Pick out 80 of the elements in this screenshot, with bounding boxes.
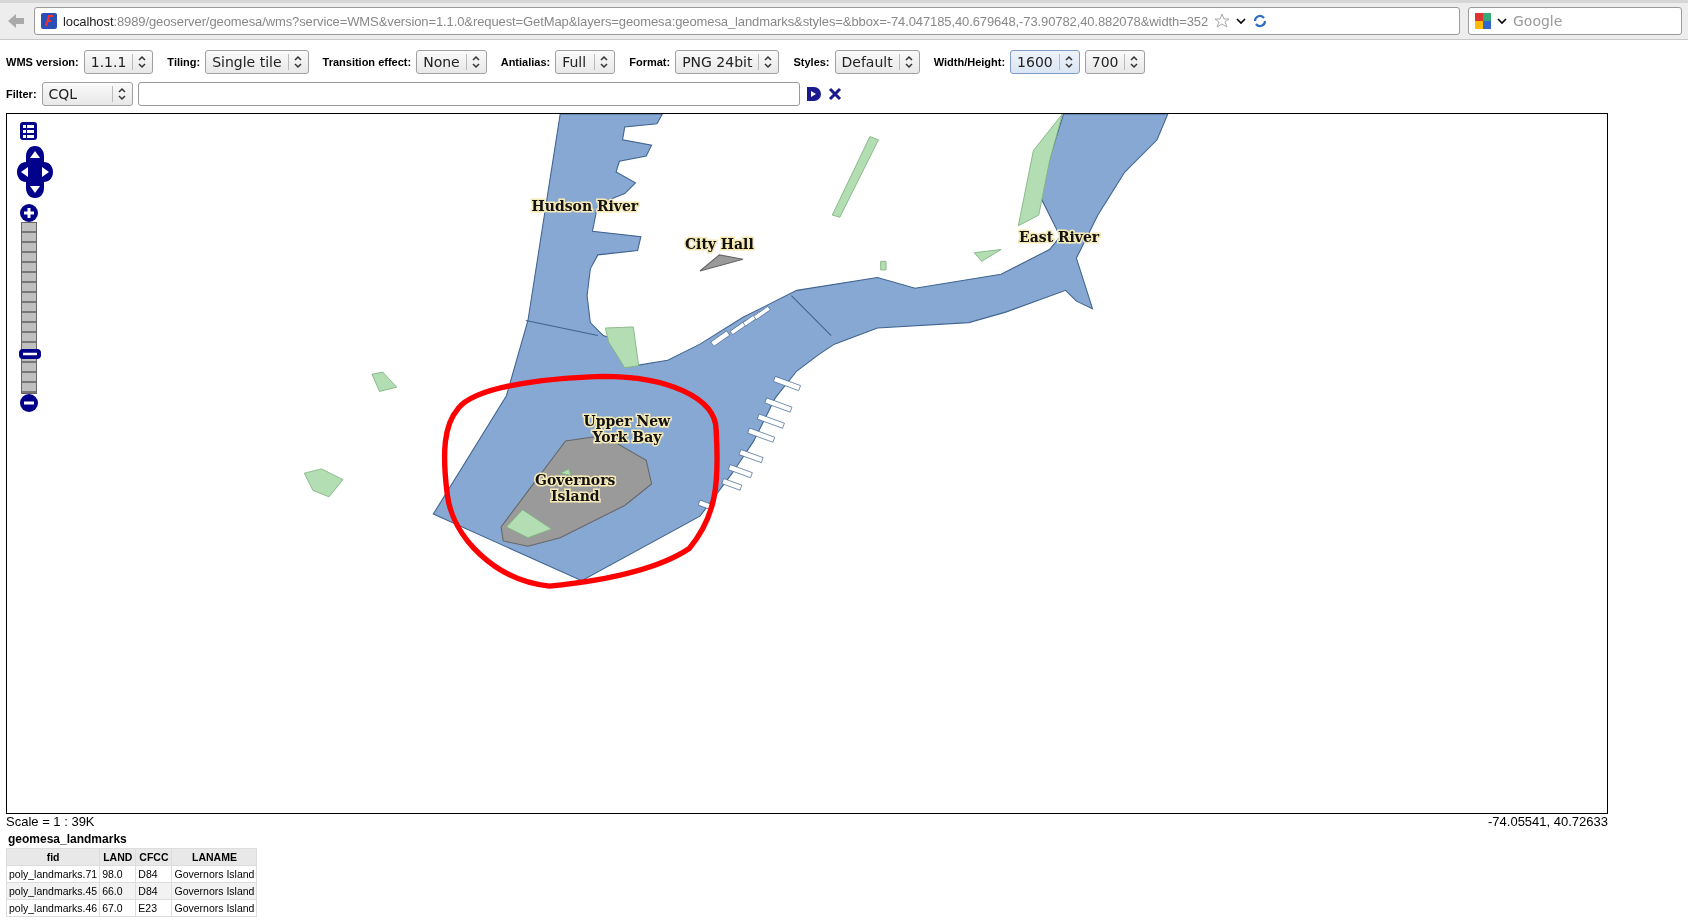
column-header: LAND	[99, 848, 136, 866]
park-area	[506, 509, 553, 539]
select-dropdown[interactable]: Default	[834, 50, 920, 74]
field-label: WMS version:	[6, 56, 79, 68]
landmark-area	[699, 254, 744, 272]
table-cell: poly_landmarks.45	[6, 882, 100, 900]
select-dropdown[interactable]: 1600	[1010, 50, 1080, 74]
table-cell: Governors Island	[172, 865, 257, 883]
reload-icon[interactable]	[1252, 13, 1269, 29]
table-cell: E23	[135, 899, 172, 917]
zoom-slider-thumb[interactable]	[18, 347, 42, 360]
field-label: Antialias:	[500, 56, 551, 68]
table-cell: Governors Island	[172, 899, 257, 917]
park-area	[880, 260, 887, 271]
select-dropdown[interactable]: 1.1.1	[83, 50, 154, 74]
coordinates-text: -74.05541, 40.72633	[1488, 814, 1608, 829]
chevron-down-icon[interactable]	[1497, 17, 1507, 25]
updown-arrows-icon	[758, 54, 775, 70]
star-icon[interactable]	[1214, 13, 1231, 29]
table-cell: 98.0	[99, 865, 136, 883]
field-label: Transition effect:	[322, 56, 412, 68]
layer-list-icon[interactable]	[20, 122, 40, 140]
field-label: Filter:	[6, 88, 37, 100]
chevron-down-icon[interactable]	[1236, 17, 1247, 25]
select-dropdown[interactable]: None	[416, 50, 487, 74]
field-label: Format:	[629, 56, 671, 68]
updown-arrows-icon	[898, 54, 915, 70]
updown-arrows-icon	[465, 54, 482, 70]
updown-arrows-icon	[287, 54, 304, 70]
google-logo-icon	[1475, 13, 1491, 29]
field-label: Styles:	[793, 56, 830, 68]
pier	[721, 478, 743, 491]
select-dropdown[interactable]: CQL	[41, 82, 133, 106]
select-dropdown[interactable]: Full	[555, 50, 616, 74]
zoom-out-icon[interactable]	[20, 394, 38, 412]
pier	[753, 305, 771, 321]
column-header: LANAME	[172, 848, 257, 866]
table-cell: Governors Island	[172, 882, 257, 900]
site-favicon-icon	[41, 13, 57, 29]
pier	[764, 397, 793, 413]
updown-arrows-icon	[132, 54, 149, 70]
select-dropdown[interactable]: Single tile	[205, 50, 309, 74]
pier	[727, 464, 753, 479]
layer-title: geomesa_landmarks	[8, 832, 128, 846]
table-cell: 67.0	[99, 899, 136, 917]
updown-arrows-icon	[1058, 54, 1075, 70]
table-cell: poly_landmarks.71	[6, 865, 100, 883]
search-placeholder: Google	[1513, 13, 1563, 29]
column-header: CFCC	[135, 848, 172, 866]
park-area	[973, 249, 1002, 262]
apply-icon[interactable]	[804, 85, 823, 103]
table-cell: D84	[135, 882, 172, 900]
map-label: City Hall	[685, 236, 754, 253]
table-cell: D84	[135, 865, 172, 883]
map-label: Upper New York Bay	[583, 412, 671, 445]
updown-arrows-icon	[1124, 54, 1141, 70]
park-area	[371, 371, 398, 392]
pier	[747, 427, 776, 443]
url-text: localhost:8989/geoserver/geomesa/wms?service=WMS&version=1.1.0&request=GetMap&layers=geomesa:geomesa_landmarks&styles=&bbox=-74.047185,40.679648,-73.90782,40.882078&width=352	[63, 13, 1209, 29]
park-area	[604, 326, 640, 369]
select-dropdown[interactable]: PNG 24bit	[675, 50, 780, 74]
updown-arrows-icon	[594, 54, 611, 70]
scale-text: Scale = 1 : 39K	[6, 814, 95, 829]
updown-arrows-icon	[111, 86, 128, 102]
pan-control-icon[interactable]	[17, 146, 53, 198]
field-label: Tiling:	[167, 56, 201, 68]
park-area	[559, 468, 572, 476]
pier	[738, 449, 764, 463]
map-label: Governors Island	[535, 472, 616, 505]
address-bar[interactable]: localhost:8989/geoserver/geomesa/wms?service=WMS&version=1.1.0&request=GetMap&layers=geomesa:geomesa_landmarks&styles=&bbox=-74.047185,40.679648,-73.90782,40.882078&width=352	[34, 7, 1460, 35]
field-label: Width/Height:	[933, 56, 1006, 68]
zoom-in-icon[interactable]	[20, 204, 38, 222]
table-cell: poly_landmarks.46	[6, 899, 100, 917]
select-dropdown[interactable]: 700	[1084, 50, 1146, 74]
filter-input[interactable]	[137, 82, 800, 106]
column-header: fid	[6, 848, 100, 866]
park-area	[303, 468, 344, 498]
close-icon[interactable]	[827, 87, 842, 101]
table-cell: 66.0	[99, 882, 136, 900]
pier	[757, 413, 785, 429]
